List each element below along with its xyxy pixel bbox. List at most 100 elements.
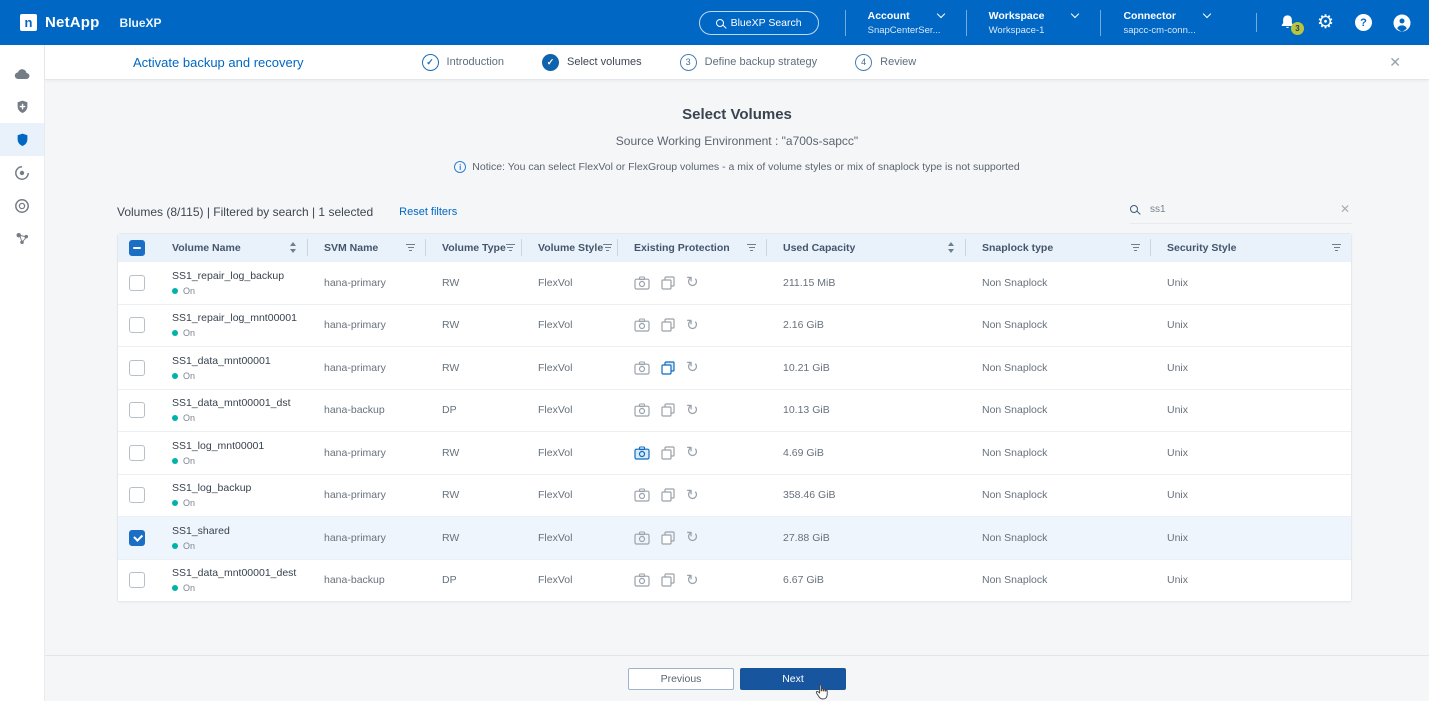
volume-state: On [172,456,298,466]
clear-search-icon[interactable]: ✕ [1338,202,1352,216]
wizard-footer: Previous Next [45,655,1429,701]
wizard-steps: ✓ Introduction ✓ Select volumes 3 Define… [422,54,917,71]
notifications-bell-icon[interactable]: 3 [1279,14,1296,31]
status-label: On [183,498,195,508]
snapshot-camera-icon [634,318,650,332]
select-all-checkbox[interactable] [129,240,145,256]
topbar: n NetApp BlueXP BlueXP Search Account Sn… [0,0,1429,45]
column-header[interactable]: Used Capacity [767,239,966,256]
column-header[interactable]: Volume Name [156,239,308,256]
wizard-title: Activate backup and recovery [133,55,304,70]
status-label: On [183,583,195,593]
table-row[interactable]: SS1_shared On hana-primary RW FlexVol [118,516,1351,559]
health-shield-icon [15,99,30,115]
row-checkbox[interactable] [129,360,145,376]
cell-volume-type: RW [426,489,522,501]
mobility-icon [14,198,30,214]
page-title: Select Volumes [45,106,1429,123]
topbar-menu[interactable]: Connector sapcc-cm-conn... [1100,10,1232,36]
cell-existing-protection: ↻ [618,403,767,418]
table-row[interactable]: SS1_data_mnt00001 On hana-primary RW Fle… [118,346,1351,389]
info-icon: i [454,161,466,173]
gear-icon[interactable]: ⚙ [1317,13,1334,32]
column-header[interactable]: Snaplock type [966,239,1151,256]
status-label: On [183,541,195,551]
cell-existing-protection: ↻ [618,318,767,333]
column-header[interactable]: Volume Style [522,239,618,256]
volumes-search: ✕ [1130,200,1352,224]
cell-existing-protection: ↻ [618,488,767,503]
menu-label: Account [868,10,910,22]
next-button[interactable]: Next [740,668,846,690]
cell-volume-style: FlexVol [522,277,618,289]
filter-icon[interactable] [1131,244,1140,252]
backup-copy-icon [661,276,675,290]
table-row[interactable]: SS1_repair_log_mnt00001 On hana-primary … [118,304,1351,347]
reset-filters-link[interactable]: Reset filters [399,206,457,218]
row-checkbox[interactable] [129,530,145,546]
topbar-menu[interactable]: Account SnapCenterSer... [845,10,966,36]
filter-icon[interactable] [506,244,515,252]
bluexp-search-button[interactable]: BlueXP Search [699,11,819,35]
sidebar-item-observability[interactable] [0,156,44,189]
column-header-label: Volume Style [538,242,603,254]
wizard-step[interactable]: ✓ Introduction [422,54,504,71]
table-row[interactable]: SS1_log_mnt00001 On hana-primary RW Flex… [118,431,1351,474]
table-row[interactable]: SS1_log_backup On hana-primary RW FlexVo… [118,474,1351,517]
cell-existing-protection: ↻ [618,573,767,588]
netapp-logo-icon[interactable]: n [20,14,37,31]
snapshot-camera-icon [634,531,650,545]
table-row[interactable]: SS1_data_mnt00001_dst On hana-backup DP … [118,389,1351,432]
cell-volume-type: DP [426,404,522,416]
step-indicator-icon: 3 [680,54,697,71]
cell-volume-style: FlexVol [522,319,618,331]
search-input[interactable] [1150,204,1326,215]
filter-icon[interactable] [603,244,612,252]
main-content: Select Volumes Source Working Environmen… [45,80,1429,655]
row-checkbox[interactable] [129,317,145,333]
row-checkbox[interactable] [129,275,145,291]
volume-state: On [172,286,298,296]
sidebar-item-protection[interactable] [0,123,44,156]
help-icon[interactable]: ? [1355,14,1372,31]
row-checkbox[interactable] [129,402,145,418]
menu-label: Workspace [989,10,1045,22]
row-checkbox-cell [118,275,156,291]
row-checkbox[interactable] [129,487,145,503]
sort-icon[interactable] [948,242,955,253]
cell-existing-protection: ↻ [618,530,767,545]
table-row[interactable]: SS1_repair_log_backup On hana-primary RW… [118,261,1351,304]
user-icon[interactable] [1393,14,1411,32]
previous-button[interactable]: Previous [628,668,734,690]
snapshot-camera-icon [634,361,650,375]
sort-icon[interactable] [290,242,297,253]
cell-volume-name: SS1_data_mnt00001_dst On [156,397,308,423]
close-icon[interactable]: ✕ [1381,50,1409,75]
cell-volume-type: RW [426,362,522,374]
cell-svm-name: hana-primary [308,532,426,544]
wizard-step[interactable]: 3 Define backup strategy [680,54,818,71]
sidebar-item-health[interactable] [0,90,44,123]
column-header[interactable]: Security Style [1151,239,1351,256]
cell-svm-name: hana-primary [308,489,426,501]
column-header[interactable]: SVM Name [308,239,426,256]
status-dot-icon [172,415,178,421]
wizard-step[interactable]: 4 Review [855,54,916,71]
status-dot-icon [172,458,178,464]
sidebar-item-extend[interactable] [0,222,44,255]
row-checkbox[interactable] [129,445,145,461]
step-label: Review [880,56,916,68]
filter-icon[interactable] [406,244,415,252]
wizard-step[interactable]: ✓ Select volumes [542,54,642,71]
sidebar-item-mobility[interactable] [0,189,44,222]
topbar-menu[interactable]: Workspace Workspace-1 [966,10,1101,36]
column-header[interactable]: Existing Protection [618,239,767,256]
sidebar-item-storage[interactable] [0,57,44,90]
filter-icon[interactable] [1332,244,1341,252]
cell-svm-name: hana-primary [308,277,426,289]
table-row[interactable]: SS1_data_mnt00001_dest On hana-backup DP… [118,559,1351,602]
column-header[interactable]: Volume Type [426,239,522,256]
row-checkbox[interactable] [129,572,145,588]
cell-volume-style: FlexVol [522,489,618,501]
filter-icon[interactable] [747,244,756,252]
